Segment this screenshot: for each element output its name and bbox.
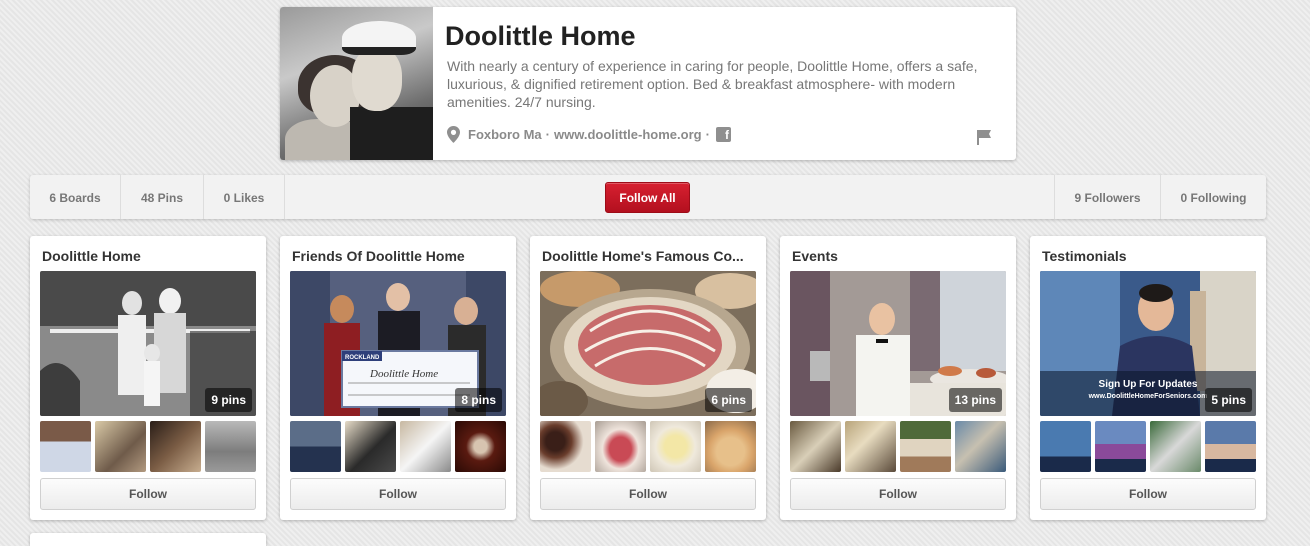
boards-count-tab[interactable]: 6 Boards <box>30 175 121 219</box>
profile-website-link[interactable]: www.doolittle-home.org <box>554 127 702 142</box>
profile-card: Doolittle Home With nearly a century of … <box>280 7 1016 160</box>
thumbnail-image[interactable] <box>650 421 701 472</box>
pins-count-tab[interactable]: 48 Pins <box>121 175 204 219</box>
board-cover-image[interactable]: 13 pins <box>790 271 1006 416</box>
board-title[interactable]: Testimonials <box>1042 248 1254 264</box>
thumbnail-image[interactable] <box>150 421 201 472</box>
profile-meta: Foxboro Ma · www.doolittle-home.org · f <box>447 126 731 143</box>
board-title[interactable]: Events <box>792 248 1004 264</box>
thumbnail-image[interactable] <box>1150 421 1201 472</box>
profile-stats-bar: 6 Boards 48 Pins 0 Likes Follow All 9 Fo… <box>30 175 1266 219</box>
pin-count-badge: 8 pins <box>455 388 502 412</box>
thumbnail-image[interactable] <box>95 421 146 472</box>
cheque-payee-text: Doolittle Home <box>369 368 438 380</box>
thumbnail-image[interactable] <box>455 421 506 472</box>
follow-board-button[interactable]: Follow <box>540 478 756 510</box>
video-caption-text: Sign Up For Updates <box>1099 379 1198 390</box>
thumbnail-image[interactable] <box>290 421 341 472</box>
thumbnail-image[interactable] <box>790 421 841 472</box>
follow-board-button[interactable]: Follow <box>790 478 1006 510</box>
thumbnail-image[interactable] <box>1205 421 1256 472</box>
board-title[interactable]: Doolittle Home <box>42 248 254 264</box>
thumbnail-image[interactable] <box>845 421 896 472</box>
profile-name: Doolittle Home <box>445 21 636 51</box>
thumbnail-image[interactable] <box>1040 421 1091 472</box>
report-flag-icon[interactable] <box>976 129 992 145</box>
thumbnail-image[interactable] <box>345 421 396 472</box>
thumbnail-image[interactable] <box>1095 421 1146 472</box>
thumbnail-image[interactable] <box>205 421 256 472</box>
board-thumbnails <box>40 421 256 472</box>
followers-count-tab[interactable]: 9 Followers <box>1054 175 1160 219</box>
thumbnail-image[interactable] <box>900 421 951 472</box>
thumbnail-image[interactable] <box>955 421 1006 472</box>
thumbnail-image[interactable] <box>595 421 646 472</box>
board-cover-image[interactable]: ROCKLAND Doolittle Home 8 pins <box>290 271 506 416</box>
thumbnail-image[interactable] <box>705 421 756 472</box>
following-count-tab[interactable]: 0 Following <box>1160 175 1266 219</box>
board-card-partial <box>30 533 266 546</box>
board-cover-image[interactable]: Sign Up For Updates www.DoolittleHomeFor… <box>1040 271 1256 416</box>
board-card: Friends Of Doolittle Home ROCKLAND Dooli… <box>280 236 516 520</box>
board-card: Testimonials Sign Up For Updates www.Doo… <box>1030 236 1266 520</box>
likes-count-tab[interactable]: 0 Likes <box>204 175 285 219</box>
board-card: Events 13 pins Follow <box>780 236 1016 520</box>
thumbnail-image[interactable] <box>540 421 591 472</box>
video-url-text: www.DoolittleHomeForSeniors.com <box>1088 393 1208 400</box>
cheque-bank-text: ROCKLAND <box>345 355 380 361</box>
follow-all-button[interactable]: Follow All <box>605 182 690 213</box>
board-cover-image[interactable]: 9 pins <box>40 271 256 416</box>
follow-board-button[interactable]: Follow <box>1040 478 1256 510</box>
board-thumbnails <box>790 421 1006 472</box>
board-cover-image[interactable]: 6 pins <box>540 271 756 416</box>
pin-count-badge: 5 pins <box>1205 388 1252 412</box>
thumbnail-image[interactable] <box>400 421 451 472</box>
board-title[interactable]: Doolittle Home's Famous Co... <box>542 248 754 264</box>
board-card: Doolittle Home's Famous Co... 6 pins Fol… <box>530 236 766 520</box>
profile-description: With nearly a century of experience in c… <box>447 58 978 110</box>
follow-board-button[interactable]: Follow <box>40 478 256 510</box>
pin-count-badge: 6 pins <box>705 388 752 412</box>
meta-separator: · <box>705 127 710 142</box>
pin-count-badge: 9 pins <box>205 388 252 412</box>
board-thumbnails <box>540 421 756 472</box>
meta-separator: · <box>545 127 551 142</box>
profile-photo[interactable] <box>280 7 433 160</box>
board-thumbnails <box>290 421 506 472</box>
board-card: Doolittle Home 9 pins Follow <box>30 236 266 520</box>
facebook-icon[interactable]: f <box>715 127 731 142</box>
thumbnail-image[interactable] <box>40 421 91 472</box>
pin-count-badge: 13 pins <box>948 388 1002 412</box>
location-pin-icon <box>447 126 460 143</box>
follow-board-button[interactable]: Follow <box>290 478 506 510</box>
board-thumbnails <box>1040 421 1256 472</box>
profile-location: Foxboro Ma <box>468 127 542 142</box>
board-title[interactable]: Friends Of Doolittle Home <box>292 248 504 264</box>
